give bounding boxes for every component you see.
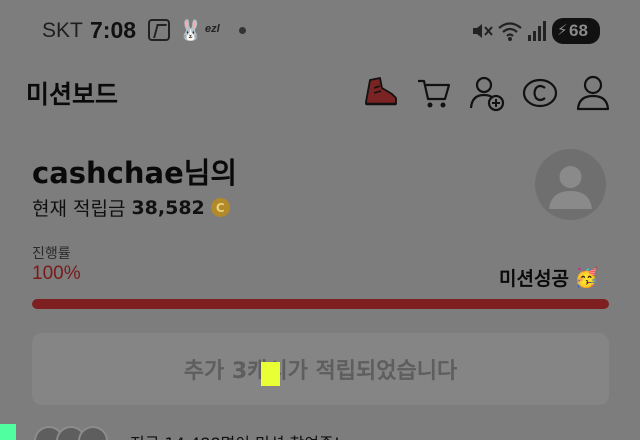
pay-app-icon [148, 19, 170, 41]
progress-bar [32, 299, 609, 309]
reward-notice-button[interactable]: 추가 3캐시가 적립되었습니다 [32, 333, 609, 405]
participants-text: 지금 14,488명이 미션 참여중! [130, 430, 340, 440]
ezl-label: ezl [205, 23, 220, 35]
wifi-icon [498, 22, 522, 41]
mute-icon [473, 24, 493, 38]
charging-bolt-icon: ⚡ [557, 21, 568, 39]
cash-coin-icon: C [210, 198, 230, 217]
progress-bar-fill [32, 299, 609, 309]
highlight-marker [261, 362, 280, 386]
notification-dot-icon [239, 27, 246, 34]
mission-status-text: 미션성공 [499, 268, 569, 290]
points-row: 현재 적립금 38,582 C [32, 194, 230, 221]
mission-status: 미션성공 🥳 [499, 264, 599, 291]
status-bar: SKT 7:08 🐰 ezl ⚡ 68 [0, 0, 640, 62]
cart-icon[interactable] [415, 74, 453, 112]
coin-icon[interactable] [521, 74, 559, 112]
battery-icon: ⚡ 68 [552, 18, 600, 44]
signal-icon [528, 21, 546, 41]
friend-add-icon[interactable] [468, 74, 506, 112]
battery-level: 68 [569, 21, 588, 40]
status-time: 7:08 [90, 17, 137, 43]
edge-marker [0, 424, 16, 440]
user-icon[interactable] [574, 74, 612, 112]
bunny-icon: 🐰 [178, 18, 203, 42]
page-title: 미션보드 [26, 80, 119, 109]
progress-percent: 100% [32, 263, 81, 284]
party-face-icon: 🥳 [574, 267, 599, 289]
reward-notice-text: 추가 3캐시가 적립되었습니다 [183, 359, 458, 384]
default-avatar-icon [549, 166, 592, 209]
username-heading: cashchae님의 [32, 156, 238, 190]
progress-label: 진행률 [32, 246, 71, 262]
shoe-icon[interactable] [362, 74, 400, 112]
carrier-label: SKT [42, 19, 83, 42]
points-label: 현재 적립금 [32, 198, 126, 220]
points-value: 38,582 [131, 196, 205, 219]
avatar[interactable] [535, 149, 606, 220]
participant-avatar [78, 426, 108, 440]
